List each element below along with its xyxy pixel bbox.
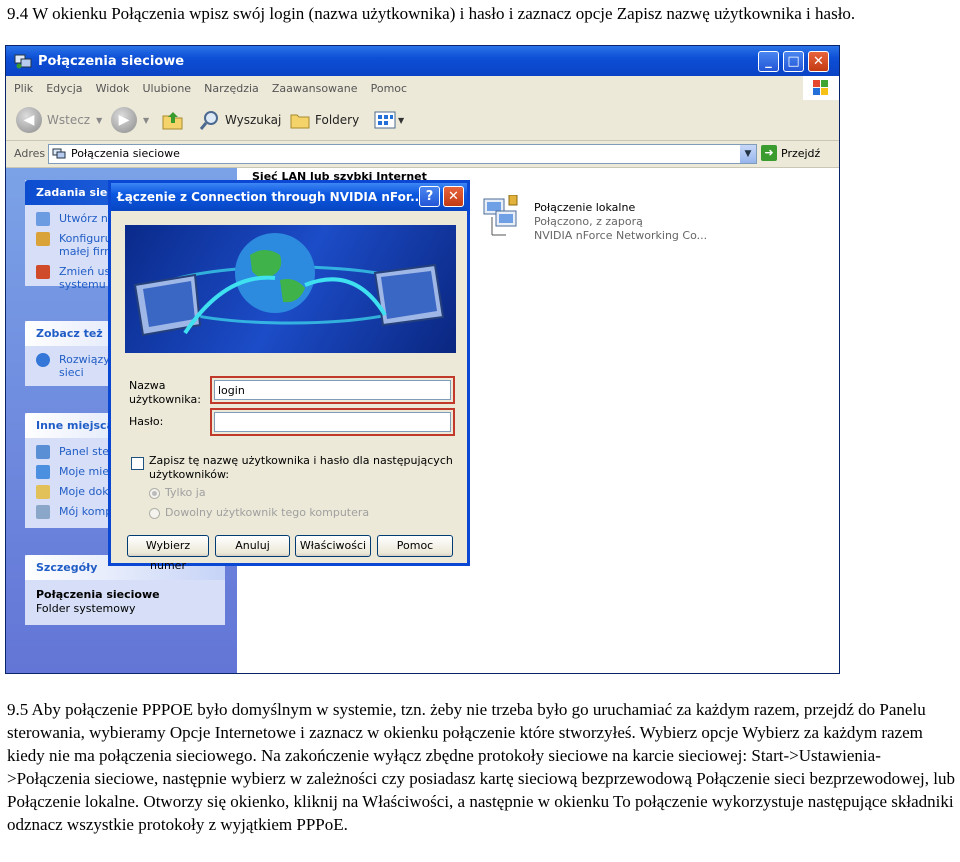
details-type: Folder systemowy bbox=[36, 602, 136, 615]
chevron-down-icon: ▼ bbox=[143, 115, 150, 125]
globe-laptops-illustration bbox=[133, 233, 445, 337]
password-label: Hasło: bbox=[129, 415, 164, 428]
cancel-button[interactable]: Anuluj bbox=[215, 535, 290, 557]
menu-item-file[interactable]: Plik bbox=[14, 82, 33, 95]
connection-status: Połączono, z zaporą bbox=[534, 215, 643, 228]
back-label: Wstecz bbox=[47, 113, 91, 127]
info-icon bbox=[36, 353, 50, 367]
network-folder-icon bbox=[52, 148, 66, 159]
instruction-paragraph-9-5: 9.5 Aby połączenie PPPOE było domyślnym … bbox=[7, 700, 955, 834]
firewall-icon bbox=[36, 265, 50, 279]
search-icon bbox=[199, 111, 218, 130]
instruction-paragraph-9-4: 9.4 W okienku Połączenia wpisz swój logi… bbox=[7, 4, 856, 23]
folders-label: Foldery bbox=[315, 113, 360, 127]
documents-folder-icon bbox=[36, 485, 50, 499]
folders-button[interactable]: Foldery bbox=[289, 106, 359, 134]
new-connection-icon bbox=[36, 212, 50, 226]
forward-button[interactable]: ▶ ▼ bbox=[111, 106, 149, 134]
me-only-label: Tylko ja bbox=[165, 486, 206, 499]
back-arrow-icon: ◀ bbox=[16, 107, 42, 133]
dial-button[interactable]: Wybierz numer bbox=[127, 535, 209, 572]
connect-dialog: Łączenie z Connection through NVIDIA nFo… bbox=[108, 180, 470, 572]
save-credentials-label: Zapisz tę nazwę użytkownika i hasło dla … bbox=[149, 454, 453, 481]
dialog-titlebar[interactable]: Łączenie z Connection through NVIDIA nFo… bbox=[111, 183, 467, 211]
username-label: Nazwa użytkownika: bbox=[129, 379, 201, 406]
menu-item-edit[interactable]: Edycja bbox=[46, 82, 82, 95]
up-button[interactable] bbox=[161, 106, 185, 134]
dialog-close-button[interactable]: ✕ bbox=[443, 186, 464, 207]
details-name: Połączenia sieciowe bbox=[36, 588, 160, 601]
anyone-radio[interactable] bbox=[149, 508, 160, 519]
control-panel-icon bbox=[36, 445, 50, 459]
dialup-banner-image bbox=[125, 225, 456, 353]
menu-item-tools[interactable]: Narzędzia bbox=[204, 82, 259, 95]
username-field-highlight bbox=[210, 376, 455, 404]
address-bar: Adres Połączenia sieciowe ▼ ➜ Przejdź bbox=[6, 141, 839, 168]
menu-item-view[interactable]: Widok bbox=[96, 82, 130, 95]
menu-item-favorites[interactable]: Ulubione bbox=[142, 82, 191, 95]
username-input[interactable] bbox=[214, 380, 451, 400]
anyone-label: Dowolny użytkownik tego komputera bbox=[165, 506, 370, 519]
window-titlebar[interactable]: Połączenia sieciowe _ □ ✕ bbox=[6, 46, 839, 76]
dialog-help-button[interactable]: ? bbox=[419, 186, 440, 207]
go-arrow-icon: ➜ bbox=[761, 145, 777, 161]
network-places-icon bbox=[36, 465, 50, 479]
forward-arrow-icon: ▶ bbox=[111, 107, 137, 133]
properties-button[interactable]: Właściwości bbox=[295, 535, 371, 557]
close-button[interactable]: ✕ bbox=[808, 51, 829, 72]
go-label: Przejdź bbox=[781, 146, 821, 160]
address-input[interactable]: Połączenia sieciowe ▼ bbox=[48, 144, 757, 164]
address-label: Adres bbox=[14, 147, 46, 160]
password-field-highlight bbox=[210, 408, 455, 436]
search-label: Wyszukaj bbox=[225, 113, 282, 127]
help-button[interactable]: Pomoc bbox=[377, 535, 453, 557]
me-only-radio[interactable] bbox=[149, 488, 160, 499]
folder-up-icon bbox=[162, 112, 183, 130]
menu-item-help[interactable]: Pomoc bbox=[371, 82, 407, 95]
save-credentials-checkbox[interactable] bbox=[131, 457, 144, 470]
password-input[interactable] bbox=[214, 412, 451, 432]
menu-item-advanced[interactable]: Zaawansowane bbox=[272, 82, 358, 95]
menu-bar: Plik Edycja Widok Ulubione Narzędzia Zaa… bbox=[6, 76, 839, 101]
lan-connection-icon bbox=[483, 195, 518, 236]
dialog-title: Łączenie z Connection through NVIDIA nFo… bbox=[117, 190, 424, 204]
standard-toolbar: ◀ Wstecz ▼ ▶ ▼ Wyszukaj Foldery ▼ bbox=[6, 100, 839, 141]
chevron-down-icon: ▼ bbox=[96, 115, 103, 125]
search-button[interactable]: Wyszukaj bbox=[199, 106, 281, 134]
computer-icon bbox=[36, 505, 50, 519]
connection-device: NVIDIA nForce Networking Co... bbox=[534, 229, 708, 242]
views-button[interactable]: ▼ bbox=[374, 106, 404, 134]
folders-icon bbox=[290, 114, 310, 129]
window-title: Połączenia sieciowe bbox=[38, 54, 185, 69]
home-network-icon bbox=[36, 232, 50, 246]
back-button[interactable]: ◀ Wstecz ▼ bbox=[16, 106, 102, 134]
windows-logo-icon bbox=[803, 76, 839, 100]
connection-name: Połączenie lokalne bbox=[534, 201, 636, 214]
address-dropdown-button[interactable]: ▼ bbox=[740, 145, 756, 163]
go-button[interactable]: ➜ Przejdź bbox=[761, 145, 820, 161]
maximize-button[interactable]: □ bbox=[783, 51, 804, 72]
network-folder-icon bbox=[14, 54, 32, 69]
local-connection-item[interactable]: Połączenie lokalne Połączono, z zaporą N… bbox=[482, 195, 732, 245]
views-icon bbox=[374, 111, 396, 129]
chevron-down-icon: ▼ bbox=[398, 115, 405, 125]
address-value: Połączenia sieciowe bbox=[71, 147, 180, 160]
minimize-button[interactable]: _ bbox=[758, 51, 779, 72]
